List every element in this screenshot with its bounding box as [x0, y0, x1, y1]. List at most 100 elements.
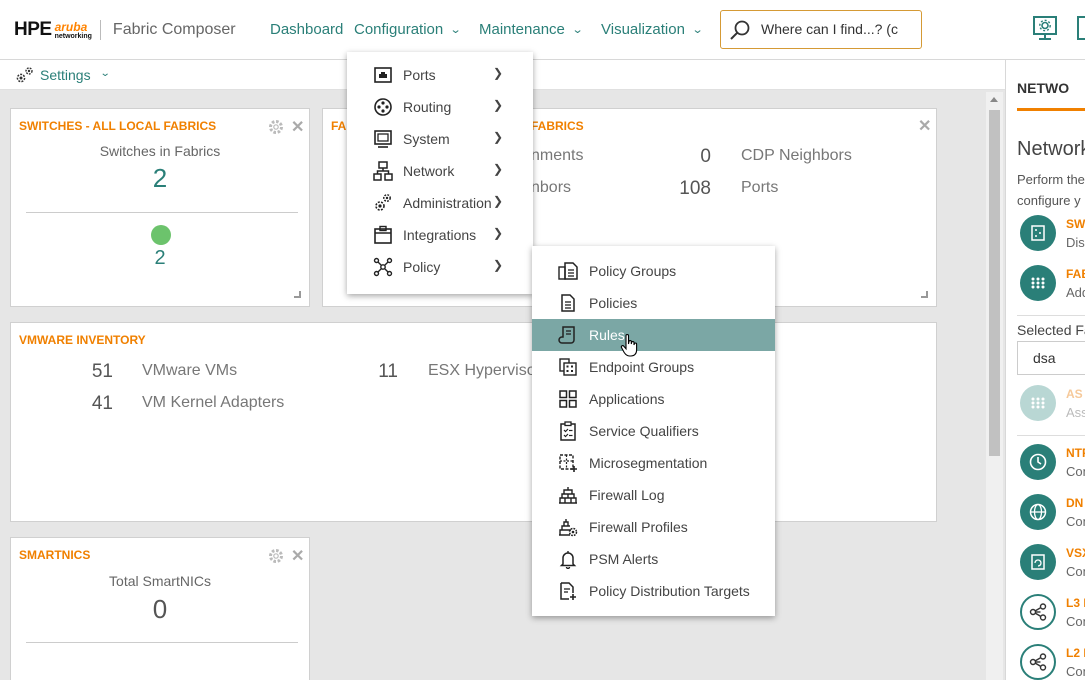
menu-item-system[interactable]: System ❯ [347, 123, 533, 155]
menu-item-label: Routing [403, 99, 452, 115]
smartnics-count[interactable]: 0 [11, 594, 309, 625]
search-box[interactable] [720, 10, 922, 49]
side-item-fabric[interactable]: FAB Add [1020, 265, 1085, 305]
panel-title: SMARTNICS [19, 548, 91, 562]
stat-number[interactable]: 108 [668, 178, 711, 200]
menu-item-service-qualifiers[interactable]: Service Qualifiers [532, 415, 775, 447]
nav-visualization[interactable]: Visualization ⌄ [601, 21, 704, 38]
stat-number[interactable]: 51 [73, 361, 113, 383]
switches-count[interactable]: 2 [11, 163, 309, 194]
side-item-sub: Con [1066, 664, 1085, 679]
close-icon[interactable]: ✕ [291, 117, 304, 137]
policies-icon [561, 294, 575, 312]
chevron-down-icon: ⌄ [571, 24, 584, 36]
menu-item-rules[interactable]: Rules [532, 319, 775, 351]
main-scrollbar[interactable] [986, 92, 1003, 680]
menu-item-policy-distribution-targets[interactable]: Policy Distribution Targets [532, 575, 775, 607]
chevron-down-icon: ⌄ [449, 24, 462, 36]
side-item-title: NTP [1066, 446, 1085, 460]
nav-dashboard-label: Dashboard [270, 21, 344, 38]
divider [26, 642, 298, 643]
close-icon[interactable]: ✕ [918, 116, 931, 136]
chevron-right-icon: ❯ [492, 130, 503, 144]
monitor-settings-icon[interactable] [1032, 15, 1058, 41]
menu-item-label: Policy Distribution Targets [589, 583, 750, 599]
globe-icon [1020, 494, 1056, 530]
close-icon[interactable]: ✕ [291, 546, 304, 566]
stat-label: CDP Neighbors [741, 147, 852, 164]
menu-item-label: System [403, 131, 450, 147]
chevron-right-icon: ❯ [492, 226, 503, 240]
menu-item-ports[interactable]: Ports ❯ [347, 59, 533, 91]
panel-title-left: FA [331, 119, 347, 133]
distribution-targets-icon [560, 582, 576, 600]
side-item-assign: AS Ass [1020, 385, 1085, 425]
menu-item-psm-alerts[interactable]: PSM Alerts [532, 543, 775, 575]
nav-visualization-label: Visualization [601, 21, 685, 38]
rules-icon [558, 326, 575, 344]
side-item-dns[interactable]: DN Con [1020, 494, 1085, 534]
resize-handle[interactable] [294, 291, 301, 298]
stat-number[interactable]: 0 [678, 146, 711, 168]
firewall-log-icon [559, 487, 577, 504]
switches-panel: SWITCHES - ALL LOCAL FABRICS ✕ Switches … [10, 108, 310, 307]
gears-icon [16, 67, 33, 83]
scrollbar-thumb[interactable] [989, 110, 1000, 456]
panel-tools: ✕ [267, 546, 304, 566]
menu-item-firewall-profiles[interactable]: Firewall Profiles [532, 511, 775, 543]
menu-item-applications[interactable]: Applications [532, 383, 775, 415]
panel-toggle-icon[interactable] [1076, 15, 1085, 41]
firewall-profiles-icon [559, 519, 578, 537]
menu-item-label: Administration [403, 195, 492, 211]
side-item-vsx[interactable]: VSX Con [1020, 544, 1085, 584]
search-input[interactable] [761, 21, 916, 37]
menu-item-label: Service Qualifiers [589, 423, 699, 439]
nav-maintenance[interactable]: Maintenance ⌄ [479, 21, 584, 38]
menu-item-administration[interactable]: Administration ❯ [347, 187, 533, 219]
scroll-up-arrow[interactable] [990, 97, 998, 102]
chevron-down-icon: ⌄ [99, 68, 111, 79]
side-item-title: VSX [1066, 546, 1085, 560]
resize-handle[interactable] [921, 291, 928, 298]
selected-fabric-select[interactable]: dsa [1017, 341, 1085, 375]
gear-icon[interactable] [267, 547, 285, 565]
administration-icon [375, 194, 391, 211]
side-item-l3[interactable]: L3 I Con [1020, 594, 1085, 634]
stat-number[interactable]: 41 [73, 393, 113, 415]
side-item-switches[interactable]: SW Dis [1020, 215, 1085, 255]
nav-configuration[interactable]: Configuration ⌄ [354, 21, 462, 38]
side-item-sub: Con [1066, 614, 1085, 629]
side-item-title: L2 I [1066, 646, 1085, 660]
menu-item-label: Ports [403, 67, 436, 83]
menu-item-routing[interactable]: Routing ❯ [347, 91, 533, 123]
menu-item-policies[interactable]: Policies [532, 287, 775, 319]
gear-icon[interactable] [267, 118, 285, 136]
settings-label: Settings [40, 67, 91, 83]
menu-item-integrations[interactable]: Integrations ❯ [347, 219, 533, 251]
healthy-count[interactable]: 2 [11, 247, 309, 270]
side-item-l2[interactable]: L2 I Con [1020, 644, 1085, 680]
stat-label: ESX Hyperviso [428, 362, 536, 379]
nav-dashboard[interactable]: Dashboard [270, 21, 343, 38]
tab-network[interactable]: NETWO [1017, 80, 1069, 96]
switches-label: Switches in Fabrics [99, 143, 221, 159]
network-side-panel: NETWO Network Perform the configure y SW… [1005, 60, 1085, 680]
chevron-down-icon: ⌄ [691, 24, 704, 36]
switch-icon [1020, 215, 1056, 251]
integrations-icon [374, 225, 392, 244]
menu-item-policy-groups[interactable]: Policy Groups [532, 255, 775, 287]
applications-icon [559, 390, 577, 408]
menu-item-network[interactable]: Network ❯ [347, 155, 533, 187]
menu-item-microsegmentation[interactable]: Microsegmentation [532, 447, 775, 479]
panel-title: VMWARE INVENTORY [19, 333, 146, 347]
menu-item-endpoint-groups[interactable]: Endpoint Groups [532, 351, 775, 383]
active-tab-indicator [1017, 108, 1085, 111]
side-item-ntp[interactable]: NTP Con [1020, 444, 1085, 484]
menu-item-firewall-log[interactable]: Firewall Log [532, 479, 775, 511]
side-item-sub: Con [1066, 514, 1085, 529]
hpe-aruba-logo[interactable]: HPE aruba networking Fabric Composer [14, 19, 236, 41]
menu-item-policy[interactable]: Policy ❯ [347, 251, 533, 283]
menu-item-label: Applications [589, 391, 665, 407]
stat-number[interactable]: 11 [358, 361, 398, 383]
top-bar: HPE aruba networking Fabric Composer Das… [0, 0, 1085, 60]
